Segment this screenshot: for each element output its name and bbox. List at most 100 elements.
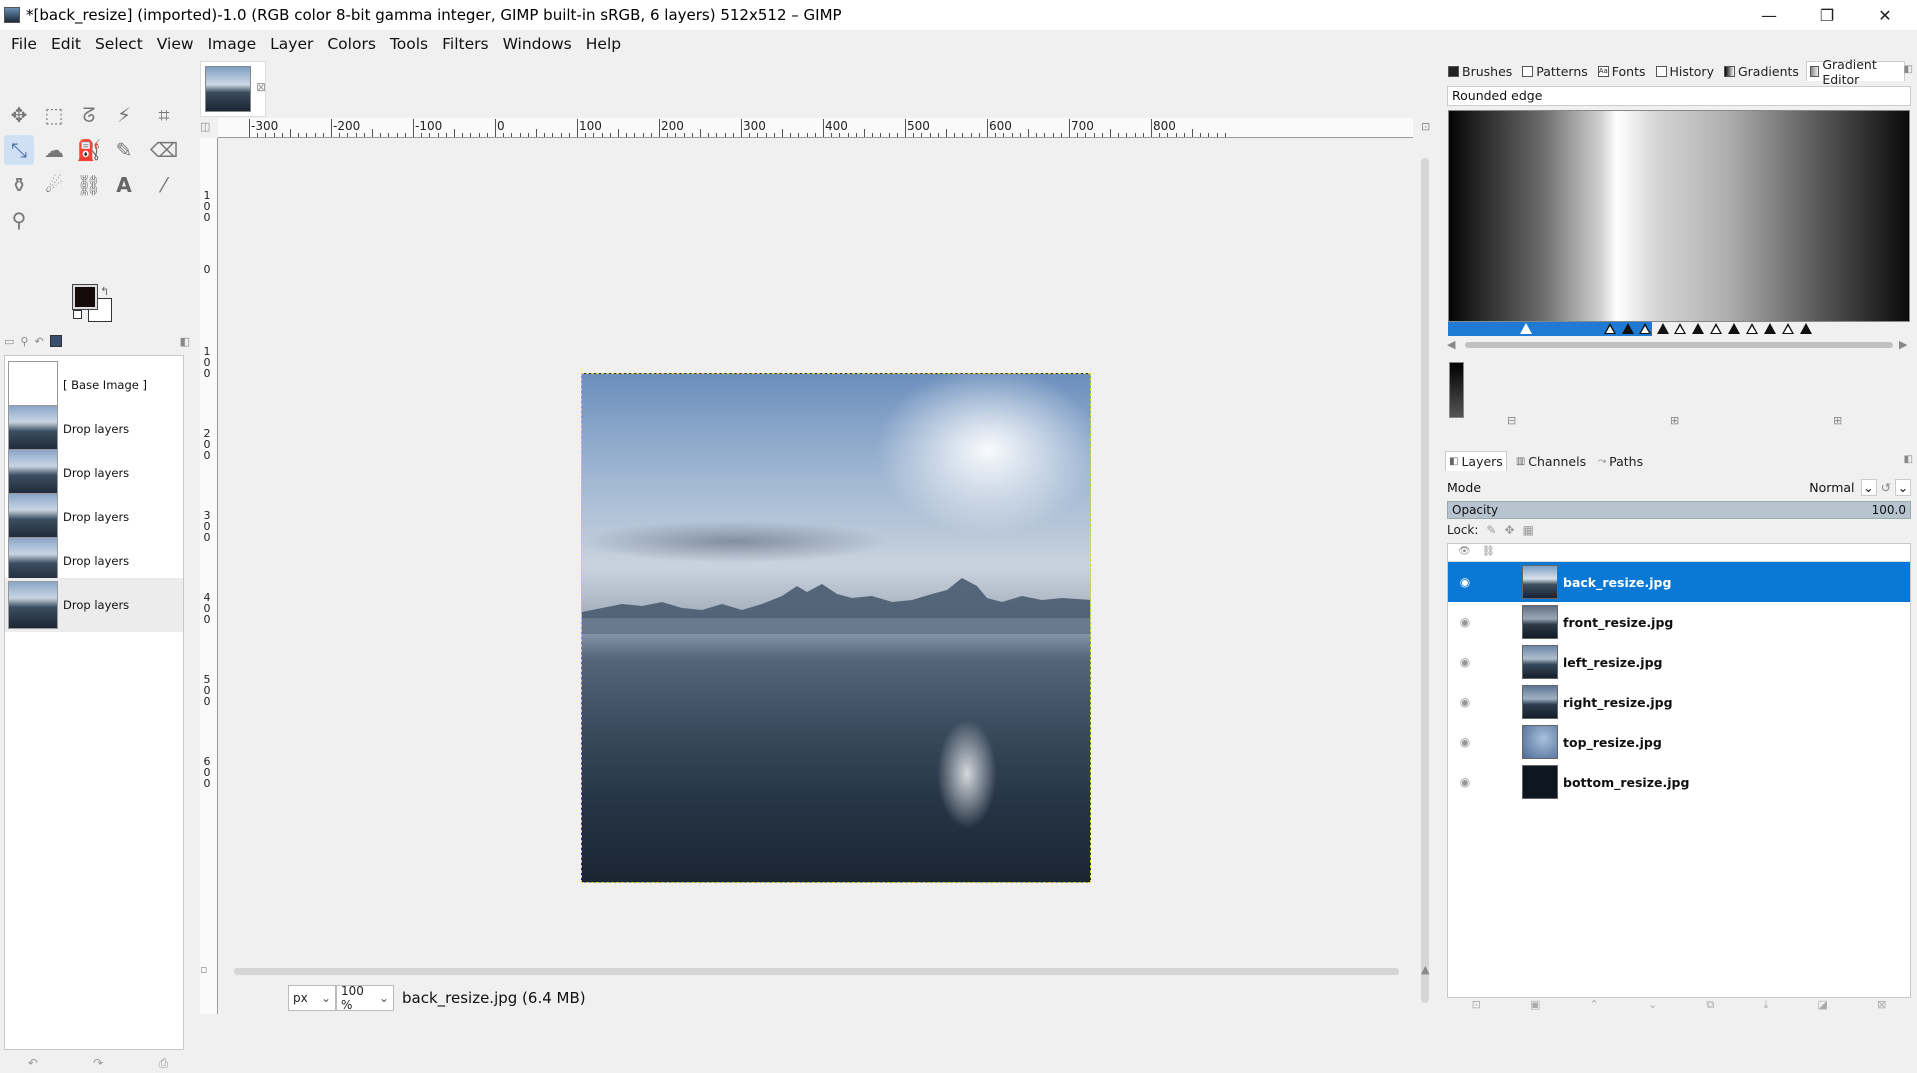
layer-name[interactable]: top_resize.jpg (1563, 735, 1662, 750)
image-canvas[interactable] (581, 373, 1091, 883)
device-status-tab-icon[interactable]: ⚲ (20, 335, 28, 348)
opacity-value[interactable]: 100.0 (1872, 503, 1906, 517)
rect-select-tool-icon[interactable]: ⬚ (39, 100, 69, 130)
zoom-tool-icon[interactable]: ⚲ (4, 205, 34, 235)
image-tab[interactable]: ⊠ (200, 61, 266, 117)
panel-menu-icon[interactable]: ◧ (1904, 64, 1913, 75)
gradient-name-field[interactable]: Rounded edge (1447, 86, 1911, 106)
gradient-stop-marker[interactable] (1622, 323, 1634, 334)
gradient-stop-marker[interactable] (1657, 323, 1669, 334)
layer-name[interactable]: left_resize.jpg (1563, 655, 1662, 670)
zoom-all-icon[interactable]: ⊞ (1833, 414, 1842, 427)
layer-row[interactable]: ◉ bottom_resize.jpg (1448, 762, 1910, 802)
eye-icon[interactable]: ◉ (1454, 615, 1476, 629)
undo-history-tab-icon[interactable]: ↶ (34, 335, 43, 348)
chevron-down-icon[interactable]: ⌄ (1895, 478, 1911, 496)
chevron-down-icon[interactable]: ⌄ (1860, 478, 1877, 496)
color-picker-tool-icon[interactable]: ⁄ (149, 170, 179, 200)
menu-view[interactable]: View (150, 35, 201, 53)
lock-pixels-icon[interactable]: ✎ (1486, 523, 1496, 537)
gradient-stop-marker[interactable] (1639, 323, 1651, 334)
warp-transform-tool-icon[interactable]: ☁ (39, 135, 69, 165)
tab-brushes[interactable]: Brushes (1445, 61, 1515, 81)
gradient-stop-marker[interactable] (1692, 323, 1704, 334)
raise-layer-icon[interactable]: ⌃ (1590, 998, 1599, 1015)
merge-layer-icon[interactable]: ⤓ (1763, 998, 1768, 1015)
unit-select[interactable]: px ⌄ (288, 984, 336, 1011)
tab-history[interactable]: History (1653, 61, 1717, 81)
tab-channels[interactable]: ▥ Channels (1513, 451, 1589, 471)
canvas[interactable] (218, 138, 1413, 1014)
clear-history-icon[interactable]: ⎙ (159, 1056, 169, 1071)
gradient-stop-marker[interactable] (1520, 323, 1532, 334)
panel-menu-icon[interactable]: ◧ (180, 335, 190, 348)
navigate-icon[interactable]: ▲ (1421, 963, 1429, 976)
close-image-tab-icon[interactable]: ⊠ (256, 80, 266, 94)
gradient-stop-marker[interactable] (1746, 323, 1758, 334)
move-tool-icon[interactable]: ✥ (4, 100, 34, 130)
mode-select[interactable]: Normal (1809, 480, 1854, 495)
eraser-tool-icon[interactable]: ⌫ (149, 135, 179, 165)
tab-layers[interactable]: ◧ Layers (1445, 451, 1507, 471)
gradient-stop-marker[interactable] (1800, 323, 1812, 334)
lock-position-icon[interactable]: ✥ (1504, 523, 1514, 537)
menu-tools[interactable]: Tools (383, 35, 435, 53)
image-list-item[interactable]: Drop layers (5, 578, 183, 632)
tab-gradients[interactable]: Gradients (1721, 61, 1802, 81)
tool-options-tab-icon[interactable]: ▭ (4, 335, 14, 348)
bucket-fill-tool-icon[interactable]: ⛽ (74, 135, 104, 165)
menu-image[interactable]: Image (201, 35, 264, 53)
duplicate-layer-icon[interactable]: ⧉ (1706, 998, 1714, 1015)
close-button[interactable]: ✕ (1856, 0, 1914, 30)
menu-select[interactable]: Select (88, 35, 150, 53)
redo-icon[interactable]: ↷ (93, 1056, 103, 1070)
gradient-stop-marker[interactable] (1710, 323, 1722, 334)
gradient-stop-marker[interactable] (1764, 323, 1776, 334)
gradient-scrollbar[interactable] (1465, 342, 1893, 348)
scroll-left-icon[interactable]: ◀ (1447, 338, 1455, 351)
delete-layer-icon[interactable]: ⊠ (1877, 998, 1886, 1015)
layer-name[interactable]: right_resize.jpg (1563, 695, 1673, 710)
gradient-stops-bar[interactable] (1448, 322, 1910, 336)
vertical-scrollbar[interactable] (1421, 158, 1429, 1003)
mask-layer-icon[interactable]: ◪ (1818, 998, 1828, 1015)
gradient-preview[interactable] (1448, 110, 1910, 322)
lower-layer-icon[interactable]: ⌄ (1648, 998, 1657, 1015)
layer-name[interactable]: back_resize.jpg (1563, 575, 1671, 590)
menu-windows[interactable]: Windows (496, 35, 579, 53)
zoom-to-fit-icon[interactable]: ⊡ (1421, 120, 1430, 133)
restore-button[interactable]: ❐ (1798, 0, 1856, 30)
foreground-color-swatch[interactable] (72, 284, 98, 310)
layer-row[interactable]: ◉ right_resize.jpg (1448, 682, 1910, 722)
menu-edit[interactable]: Edit (44, 35, 88, 53)
lock-alpha-icon[interactable]: ▦ (1523, 523, 1534, 537)
zoom-in-icon[interactable]: ⊞ (1670, 414, 1679, 427)
crop-tool-icon[interactable]: ⌗ (149, 100, 179, 130)
free-select-tool-icon[interactable]: ᘔ (74, 100, 104, 130)
eye-icon[interactable]: ◉ (1454, 775, 1476, 789)
fuzzy-select-tool-icon[interactable]: ⚡ (109, 100, 139, 130)
tab-fonts[interactable]: Aa Fonts (1595, 61, 1649, 81)
tab-paths[interactable]: ⤳ Paths (1595, 451, 1646, 471)
scroll-right-icon[interactable]: ▶ (1899, 338, 1907, 351)
layer-row[interactable]: ◉ front_resize.jpg (1448, 602, 1910, 642)
horizontal-scrollbar[interactable] (234, 968, 1399, 975)
menu-file[interactable]: File (4, 35, 44, 53)
menu-help[interactable]: Help (579, 35, 628, 53)
zoom-out-icon[interactable]: ⊟ (1507, 414, 1516, 427)
menu-layer[interactable]: Layer (263, 35, 320, 53)
menu-filters[interactable]: Filters (435, 35, 495, 53)
layer-row[interactable]: ◉ back_resize.jpg (1448, 562, 1910, 602)
gradient-stop-marker[interactable] (1674, 323, 1686, 334)
eye-icon[interactable]: ◉ (1454, 695, 1476, 709)
paths-tool-icon[interactable]: ⛓ (74, 170, 104, 200)
layer-name[interactable]: front_resize.jpg (1563, 615, 1673, 630)
tab-gradient-editor[interactable]: Gradient Editor (1805, 57, 1905, 87)
undo-icon[interactable]: ↶ (28, 1056, 38, 1070)
gradient-stop-marker[interactable] (1728, 323, 1740, 334)
layer-name[interactable]: bottom_resize.jpg (1563, 775, 1689, 790)
images-tab-icon[interactable] (49, 335, 62, 347)
reset-colors-icon[interactable] (73, 310, 82, 319)
new-layer-group-icon[interactable]: ▣ (1530, 998, 1540, 1015)
minimize-button[interactable]: — (1740, 0, 1798, 30)
